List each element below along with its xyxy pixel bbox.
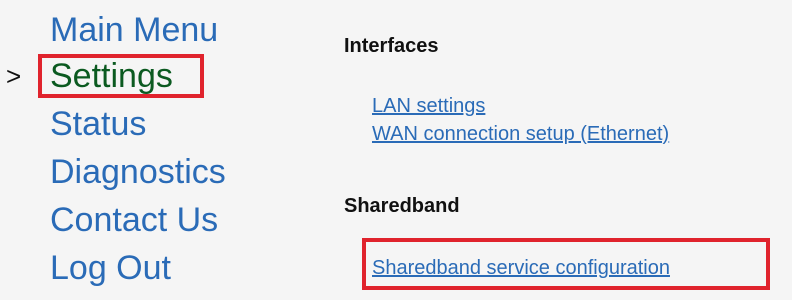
main-nav: > Main Menu Settings Status Diagnostics … — [0, 0, 300, 300]
nav-item-log-out[interactable]: Log Out — [50, 248, 171, 288]
nav-item-main-menu[interactable]: Main Menu — [50, 10, 218, 50]
nav-item-contact-us[interactable]: Contact Us — [50, 200, 218, 240]
nav-item-diagnostics[interactable]: Diagnostics — [50, 152, 226, 192]
section-title-interfaces: Interfaces — [344, 35, 439, 57]
lan-settings-link[interactable]: LAN settings — [372, 94, 485, 118]
current-page-marker: > — [6, 61, 22, 91]
nav-item-status[interactable]: Status — [50, 104, 146, 144]
section-title-sharedband: Sharedband — [344, 195, 460, 217]
settings-highlight-box — [38, 54, 204, 98]
page: > Main Menu Settings Status Diagnostics … — [0, 0, 792, 300]
wan-connection-setup-link[interactable]: WAN connection setup (Ethernet) — [372, 122, 669, 146]
sharedband-link-highlight-box — [362, 238, 770, 290]
